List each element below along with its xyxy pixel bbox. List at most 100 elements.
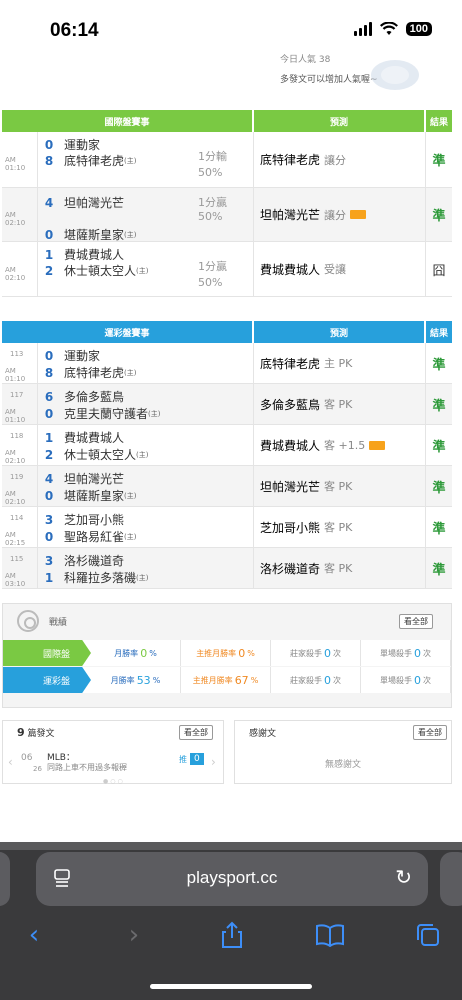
away-team: 4 坦帕灣光芒 <box>38 194 124 211</box>
game-time-cell: 118 AM 02:10 <box>2 425 38 465</box>
away-name: 費城費城人 <box>64 248 125 262</box>
thanks-see-all-button[interactable]: 看全部 <box>413 725 447 740</box>
prediction-cell: 坦帕灣光芒 讓分 <box>254 188 426 241</box>
signal-icon <box>353 22 372 36</box>
address-bar[interactable]: playsport.cc ↻ <box>36 852 428 906</box>
house-killer-label: 莊家殺手 <box>290 648 322 658</box>
away-team: 1 費城費城人 <box>38 429 124 446</box>
home-name: 聖路易紅雀 <box>64 530 125 544</box>
away-score: 3 <box>44 512 54 527</box>
away-team: 4 坦帕灣光芒 <box>38 470 124 487</box>
chevron-right-icon[interactable]: › <box>211 755 216 769</box>
tabs-icon[interactable] <box>408 917 448 953</box>
prediction-team: 底特律老虎 <box>260 356 321 371</box>
result-cell: 準 <box>432 357 446 373</box>
prev-tab-preview[interactable] <box>0 852 10 906</box>
single-killer-value: 0 <box>414 646 421 660</box>
status-time: 06:14 <box>50 20 99 41</box>
away-score: 0 <box>44 348 54 363</box>
home-name: 底特律老虎 <box>64 154 125 168</box>
posts-see-all-button[interactable]: 看全部 <box>179 725 213 740</box>
single-killer-unit: 次 <box>423 648 431 658</box>
home-name: 休士頓太空人 <box>64 264 137 278</box>
game-number: 117 <box>10 391 24 399</box>
back-icon[interactable]: ‹ <box>14 917 54 953</box>
prediction-team: 芝加哥小熊 <box>260 520 321 535</box>
post-subtitle[interactable]: 同路上車不用過多報稺 <box>47 762 127 773</box>
game-time-cell: AM 02:10 <box>2 242 38 296</box>
share-icon[interactable] <box>212 917 252 953</box>
prediction-cell: 費城費城人客 +1.5 <box>254 425 426 465</box>
house-killer: 莊家殺手 0 次 <box>271 640 361 666</box>
home-score: 0 <box>44 529 54 544</box>
month-win-rate: 月勝率 53% <box>91 667 181 693</box>
bookmarks-icon[interactable] <box>310 917 350 953</box>
home-score: 8 <box>44 365 54 380</box>
prediction-type: 主 PK <box>324 357 353 370</box>
chevron-left-icon[interactable]: ‹ <box>8 755 13 769</box>
status-icons: 100 <box>353 22 432 36</box>
game-number: 114 <box>10 514 24 522</box>
month-win-rate-value: 53 <box>136 673 151 687</box>
away-team: 1 費城費城人 <box>38 246 124 263</box>
browser-toolbar: ‹ › <box>0 917 462 957</box>
game-time: AM 01:10 <box>5 367 26 383</box>
away-name: 坦帕灣光芒 <box>64 196 125 210</box>
table-row: 118 AM 02:10 1 費城費城人 2 休士頓太空人 (主) 費城費城人客 +1.5 準 <box>2 425 452 466</box>
home-team: 0 堪薩斯皇家 (主) <box>38 487 137 504</box>
single-killer: 單場殺手 0 次 <box>361 667 451 693</box>
table-row: AM 02:10 1 費城費城人 2 休士頓太空人 (主) 1分贏 50% 費城費城人 受讓囧 <box>2 242 452 297</box>
record-see-all-button[interactable]: 看全部 <box>399 614 433 629</box>
game-time-cell: 117 AM 01:10 <box>2 384 38 424</box>
game-time: AM 02:10 <box>5 490 26 506</box>
lottery-table-header: 運彩盤賽事 預測 結果 <box>2 321 452 343</box>
prediction-type: 客 +1.5 <box>324 439 366 452</box>
single-killer: 單場殺手 0 次 <box>361 640 451 666</box>
forward-icon[interactable]: › <box>114 917 154 953</box>
home-score: 1 <box>44 570 54 585</box>
url-text[interactable]: playsport.cc <box>36 868 428 888</box>
prediction-team: 費城費城人 <box>260 438 321 453</box>
single-killer-label: 單場殺手 <box>380 648 412 658</box>
reload-icon[interactable]: ↻ <box>395 865 412 889</box>
away-team: 3 洛杉磯道奇 <box>38 552 124 569</box>
month-win-rate-unit: % <box>149 648 157 658</box>
host-marker: (主) <box>124 156 137 165</box>
main-pick-win-rate-value: 67 <box>234 673 249 687</box>
single-killer-label: 單場殺手 <box>380 675 412 685</box>
host-marker: (主) <box>148 409 161 418</box>
posts-label: 篇發文 <box>27 729 55 739</box>
table-row: 115 AM 03:10 3 洛杉磯道奇 1 科羅拉多落磯 (主) 洛杉磯道奇客 PK 準 <box>2 548 452 589</box>
teams-cell: 1 費城費城人 2 休士頓太空人 (主) <box>38 425 254 465</box>
mascot-icon <box>371 60 419 90</box>
away-team: 3 芝加哥小熊 <box>38 511 124 528</box>
lottery-header-pred: 預測 <box>254 321 426 343</box>
home-score: 0 <box>44 488 54 503</box>
home-team: 0 克里夫蘭守護者 (主) <box>38 405 161 422</box>
away-name: 運動家 <box>64 138 101 152</box>
thanks-panel: 感謝文 看全部 無感謝文 <box>234 720 452 784</box>
result-cell: 準 <box>432 439 446 455</box>
next-tab-preview[interactable] <box>440 852 462 906</box>
wifi-icon <box>379 22 398 35</box>
away-score: 6 <box>44 389 54 404</box>
prediction-type: 客 PK <box>324 480 353 493</box>
game-time: AM 01:10 <box>5 408 26 424</box>
table-row: 113 AM 01:10 0 運動家 8 底特律老虎 (主) 底特律老虎主 PK 準 <box>2 343 452 384</box>
prediction-cell: 洛杉磯道奇客 PK <box>254 548 426 588</box>
result-cell: 準 <box>432 154 446 169</box>
main-pick-win-rate: 主推月勝率 67% <box>181 667 271 693</box>
teams-cell: 3 洛杉磯道奇 1 科羅拉多落磯 (主) <box>38 548 254 588</box>
posts-count: 9 <box>17 726 25 739</box>
home-name: 克里夫蘭守護者 <box>64 407 149 421</box>
away-name: 芝加哥小熊 <box>64 513 125 527</box>
game-number: 118 <box>10 432 24 440</box>
main-pick-win-rate: 主推月勝率 0% <box>181 640 271 666</box>
home-name: 堪薩斯皇家 <box>64 228 125 242</box>
prediction-team: 洛杉磯道奇 <box>260 561 321 576</box>
away-name: 坦帕灣光芒 <box>64 472 125 486</box>
home-name: 休士頓太空人 <box>64 448 137 462</box>
main-pick-win-rate-label: 主推月勝率 <box>196 648 237 658</box>
host-marker: (主) <box>124 532 137 541</box>
tab-strip <box>0 842 462 850</box>
